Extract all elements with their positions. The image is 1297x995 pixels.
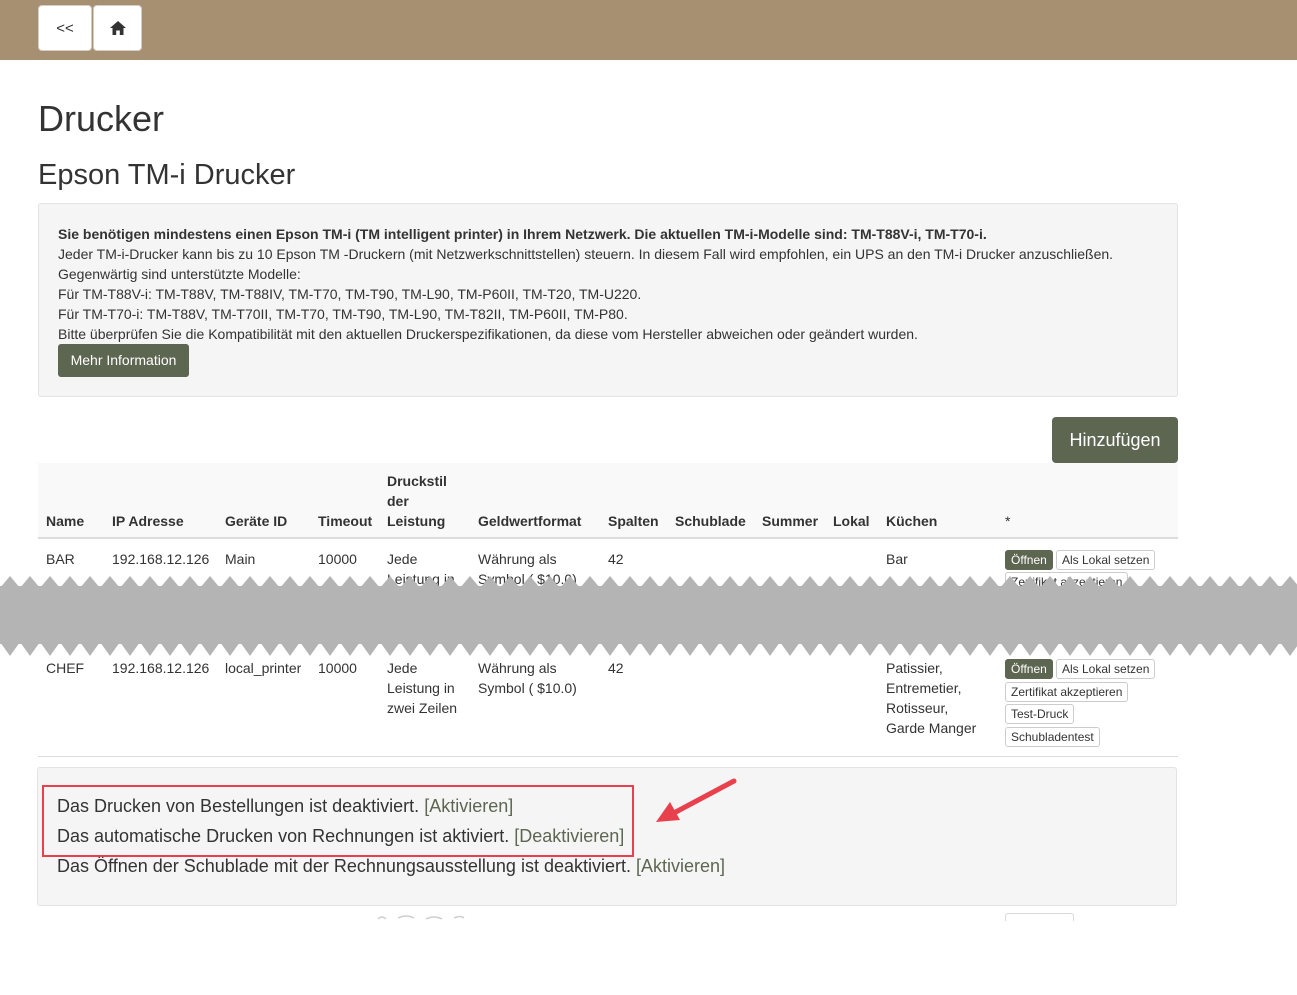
open-button[interactable]: Öffnen — [1005, 550, 1053, 570]
home-icon — [109, 21, 126, 35]
column-header-print-style-line: Leistung — [387, 513, 446, 529]
column-header-print-style-line: der — [387, 493, 409, 509]
cell-line: Leistung in — [387, 680, 455, 696]
drawer-test-button[interactable]: Schubladentest — [1005, 727, 1100, 747]
open-button[interactable]: Öffnen — [1005, 659, 1053, 679]
row-chef-name: CHEF — [46, 660, 85, 676]
test-print-button[interactable]: Test-Druck — [1005, 704, 1075, 724]
column-header-print-style-line: Druckstil — [387, 473, 447, 489]
page-title: Drucker — [38, 98, 165, 139]
cell-line: Rotisseur, — [886, 700, 949, 716]
activate-drawer-opening-link[interactable]: [Aktivieren] — [636, 856, 725, 876]
add-printer-button[interactable]: Hinzufügen — [1052, 417, 1178, 463]
info-line: Gegenwärtig sind unterstützte Modelle: — [58, 266, 301, 282]
info-line: Für TM-T88V-i: TM-T88V, TM-T88IV, TM-T70… — [58, 286, 642, 302]
column-header-local: Lokal — [833, 513, 870, 529]
row-chef-print-style: Jede Leistung in zwei Zeilen — [387, 658, 457, 718]
row-bar-name: BAR — [46, 551, 75, 567]
column-header-buzzer: Summer — [762, 513, 819, 529]
row-bar-kitchens: Bar — [886, 551, 908, 567]
cell-line: Symbol ( $10.0) — [478, 680, 577, 696]
column-header-kitchens: Küchen — [886, 513, 938, 529]
home-button[interactable] — [93, 5, 142, 51]
info-line: Für TM-T70-i: TM-T88V, TM-T70II, TM-T70,… — [58, 306, 628, 322]
status-text: Das Öffnen der Schublade mit der Rechnun… — [57, 856, 631, 876]
row-bar-timeout: 10000 — [318, 551, 357, 567]
cell-line: Jede — [387, 660, 418, 676]
row-chef-ip: 192.168.12.126 — [112, 660, 210, 676]
top-navbar: << — [0, 0, 1297, 60]
cell-line: Entremetier, — [886, 680, 962, 696]
screenshot-tear-separator — [0, 576, 1297, 656]
column-header-device-id: Geräte ID — [225, 513, 288, 529]
column-header-name: Name — [46, 513, 85, 529]
section-title: Epson TM-i Drucker — [38, 159, 296, 191]
cell-line: Patissier, — [886, 660, 943, 676]
back-label: << — [56, 19, 74, 37]
info-lead: Sie benötigen mindestens einen Epson TM-… — [58, 226, 987, 242]
row-bar-columns: 42 — [608, 551, 624, 567]
more-information-button[interactable]: Mehr Information — [58, 344, 189, 377]
back-button[interactable]: << — [38, 5, 92, 51]
info-line: Bitte überprüfen Sie die Kompatibilität … — [58, 326, 918, 342]
row-chef-kitchens: Patissier, Entremetier, Rotisseur, Garde… — [886, 658, 976, 738]
cell-line: Währung als — [478, 660, 557, 676]
cutoff-button-remnant — [1005, 913, 1074, 921]
status-drawer-opening: Das Öffnen der Schublade mit der Rechnun… — [57, 854, 725, 878]
row-chef-timeout: 10000 — [318, 660, 357, 676]
set-local-button[interactable]: Als Lokal setzen — [1056, 550, 1156, 570]
row-chef-currency-format: Währung als Symbol ( $10.0) — [478, 658, 577, 698]
row-bar-ip: 192.168.12.126 — [112, 551, 210, 567]
column-header-currency-format: Geldwertformat — [478, 513, 582, 529]
cell-line: Garde Manger — [886, 720, 977, 736]
set-local-button[interactable]: Als Lokal setzen — [1056, 659, 1156, 679]
column-header-print-style: Druckstil der Leistung — [387, 471, 447, 531]
column-header-drawer: Schublade — [675, 513, 746, 529]
column-header-ip: IP Adresse — [112, 513, 184, 529]
column-header-timeout: Timeout — [318, 513, 373, 529]
cell-line: Währung als — [478, 551, 557, 567]
column-header-columns: Spalten — [608, 513, 659, 529]
info-line: Jeder TM-i-Drucker kann bis zu 10 Epson … — [58, 246, 1114, 262]
annotation-arrow-icon — [656, 778, 737, 822]
info-panel: Sie benötigen mindestens einen Epson TM-… — [38, 203, 1178, 397]
row-chef-columns: 42 — [608, 660, 624, 676]
cutoff-remnant — [377, 915, 465, 920]
cell-line: Jede — [387, 551, 418, 567]
cell-line: zwei Zeilen — [387, 700, 458, 716]
table-bottom-divider — [38, 756, 1178, 757]
row-chef-device-id: local_printer — [225, 660, 302, 676]
column-header-actions: * — [1005, 513, 1011, 529]
highlight-box — [42, 785, 634, 857]
accept-certificate-button[interactable]: Zertifikat akzeptieren — [1005, 682, 1129, 702]
row-bar-device-id: Main — [225, 551, 256, 567]
